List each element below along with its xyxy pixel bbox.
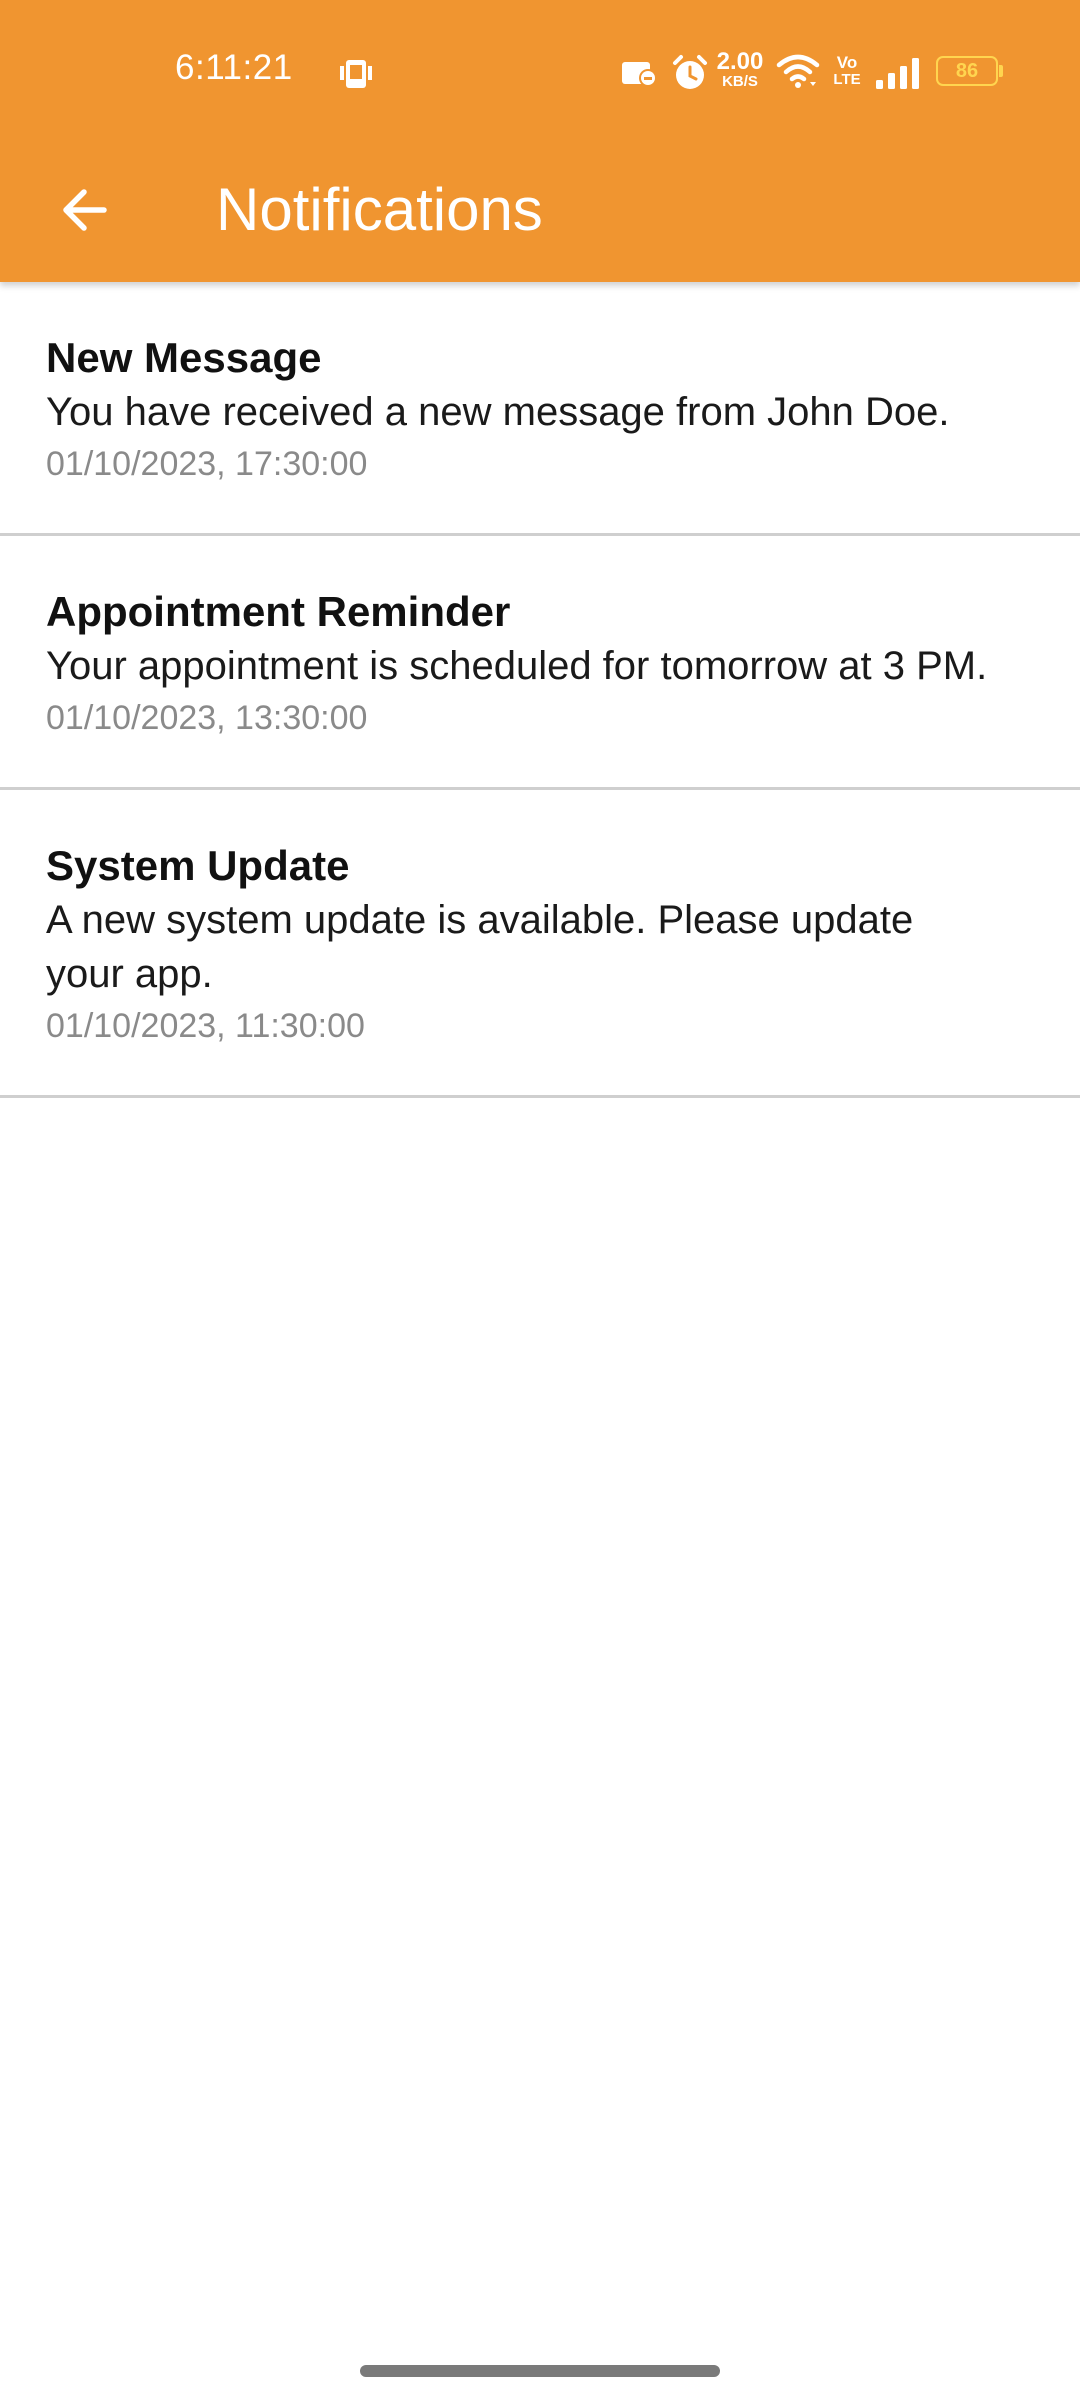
phone-activity-icon [340,60,372,88]
network-speed: 2.00 KB/S [714,50,766,90]
notification-body: You have received a new message from Joh… [46,390,950,434]
notification-body: A new system update is available. Please… [46,898,914,996]
back-button[interactable] [36,162,132,258]
app-bar: 6:11:21 2.00 KB/S Vo LTE 86 Notification… [0,0,1080,282]
toolbar: Notifications [0,140,1080,282]
home-indicator[interactable] [360,2365,720,2377]
notification-list: New Message You have received a new mess… [0,282,1080,1098]
battery-indicator: 86 [936,56,998,86]
screen-cast-icon [622,62,657,87]
notification-title: New Message [46,334,322,381]
notification-timestamp: 01/10/2023, 11:30:00 [46,1007,365,1045]
notification-title: Appointment Reminder [46,588,511,635]
arrow-left-icon [63,189,107,231]
notification-item[interactable]: Appointment Reminder Your appointment is… [0,536,1080,790]
notification-timestamp: 01/10/2023, 13:30:00 [46,699,368,737]
volte-top: Vo [836,53,858,72]
volte-indicator: Vo LTE [832,54,862,88]
status-time: 6:11:21 [175,48,293,87]
page-title: Notifications [216,176,543,243]
signal-strength-icon [876,58,919,89]
wifi-icon [776,54,820,88]
notification-timestamp: 01/10/2023, 17:30:00 [46,445,368,483]
alarm-icon [673,55,707,89]
battery-tip [999,65,1003,77]
battery-level: 86 [955,59,979,82]
notification-title: System Update [46,842,350,889]
volte-bottom: LTE [833,71,861,88]
notification-item[interactable]: New Message You have received a new mess… [0,282,1080,536]
notification-item[interactable]: System Update A new system update is ava… [0,790,1080,1098]
network-speed-value: 2.00 [716,48,764,75]
notification-body: Your appointment is scheduled for tomorr… [46,644,988,688]
network-speed-unit: KB/S [722,73,758,90]
status-bar: 6:11:21 2.00 KB/S Vo LTE 86 [0,0,1080,140]
